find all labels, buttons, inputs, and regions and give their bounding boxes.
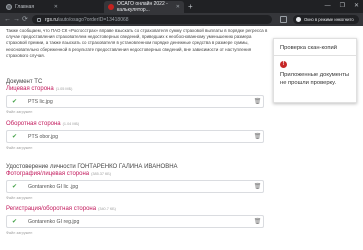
- minimize-button[interactable]: —: [325, 1, 331, 12]
- back-button[interactable]: ←: [4, 14, 11, 25]
- uploaded-file-pts-back: ✔ PTS obor.jpg 🗑: [6, 130, 264, 143]
- tab-search-icon[interactable]: [280, 16, 287, 23]
- incognito-profile-button[interactable]: Окно в режиме инкогнито: [293, 15, 359, 24]
- rgs-logo-icon: [108, 4, 114, 10]
- check-icon: ✔: [11, 134, 18, 140]
- check-icon: ✔: [11, 184, 18, 190]
- window-controls: — ❐ ✕: [325, 1, 359, 12]
- photo-side-label: Фотография/лицевая сторона (385.37 КБ): [6, 171, 112, 177]
- incognito-icon: [296, 17, 301, 22]
- popup-title: Проверка скан-копий: [280, 45, 337, 51]
- popup-message: Приложенные документы не прошли проверку…: [280, 72, 350, 86]
- check-icon: ✔: [11, 219, 18, 225]
- browser-tab-osago[interactable]: ОСАГО онлайн 2022 - калькулятор... ✕: [104, 1, 184, 13]
- file-size: (1.05 МБ): [55, 87, 73, 91]
- scan-check-popup: Проверка скан-копий ! Приложенные докуме…: [273, 38, 357, 103]
- close-icon[interactable]: ✕: [176, 4, 180, 10]
- browser-toolbar: ← → ⟳ rgs.ru /auto/osago?orderID=1341806…: [0, 13, 363, 26]
- address-bar[interactable]: rgs.ru /auto/osago?orderID=13418068: [32, 15, 272, 24]
- front-side-label: Лицевая сторона (1.05 МБ): [6, 86, 73, 92]
- trash-icon[interactable]: 🗑: [252, 181, 263, 192]
- regress-notice-text: Также сообщаем, что ПАО СК «Росгосстрах»…: [6, 28, 268, 58]
- file-name: PTS obor.jpg: [28, 133, 58, 140]
- file-name: Gontarenko GI lic .jpg: [28, 183, 79, 190]
- lock-icon: [37, 17, 41, 22]
- upload-status: Файл загружен: [6, 231, 33, 235]
- check-icon: ✔: [11, 99, 18, 105]
- browser-tab-bar: Главная ✕ ОСАГО онлайн 2022 - калькулято…: [0, 0, 363, 13]
- file-size: (1.04 МБ): [62, 122, 80, 126]
- popup-divider: [274, 55, 356, 56]
- back-side-label: Оборотная сторона (1.04 МБ): [6, 121, 80, 127]
- trash-icon[interactable]: 🗑: [252, 96, 263, 107]
- uploaded-file-pts-front: ✔ PTS lic.jpg 🗑: [6, 95, 264, 108]
- tab-title: Главная: [15, 4, 35, 10]
- file-name: Gontarenko GI reg.jpg: [28, 218, 80, 225]
- registration-side-label: Регистрация/оборотная сторона (340.7 КБ): [6, 206, 116, 212]
- window-close-button[interactable]: ✕: [354, 1, 359, 12]
- identity-document-title: Удостоверение личности ГОНТАРЕНКО ГАЛИНА…: [6, 164, 178, 170]
- maximize-button[interactable]: ❐: [340, 1, 345, 12]
- forward-button[interactable]: →: [13, 14, 20, 25]
- uploaded-file-id-reg: ✔ Gontarenko GI reg.jpg 🗑: [6, 215, 264, 228]
- trash-icon[interactable]: 🗑: [252, 131, 263, 142]
- file-size: (385.37 КБ): [91, 172, 112, 176]
- close-icon[interactable]: ✕: [54, 4, 58, 10]
- tab-title: ОСАГО онлайн 2022 - калькулятор...: [117, 1, 168, 13]
- vehicle-document-title: Документ ТС: [6, 79, 43, 85]
- browser-tab-home[interactable]: Главная ✕: [2, 1, 62, 13]
- url-path: /auto/osago?orderID=13418068: [57, 16, 129, 23]
- upload-status: Файл загружен: [6, 110, 33, 114]
- new-tab-button[interactable]: +: [188, 2, 193, 11]
- file-size: (340.7 КБ): [98, 207, 116, 211]
- reload-button[interactable]: ⟳: [22, 14, 28, 25]
- upload-status: Файл загружен: [6, 196, 33, 200]
- url-host: rgs.ru: [45, 16, 58, 23]
- upload-status: Файл загружен: [6, 146, 33, 150]
- file-name: PTS lic.jpg: [28, 98, 53, 105]
- warning-icon: !: [280, 61, 287, 68]
- trash-icon[interactable]: 🗑: [252, 216, 263, 227]
- uploaded-file-id-photo: ✔ Gontarenko GI lic .jpg 🗑: [6, 180, 264, 193]
- globe-icon: [6, 4, 12, 10]
- incognito-label: Окно в режиме инкогнито: [304, 17, 354, 22]
